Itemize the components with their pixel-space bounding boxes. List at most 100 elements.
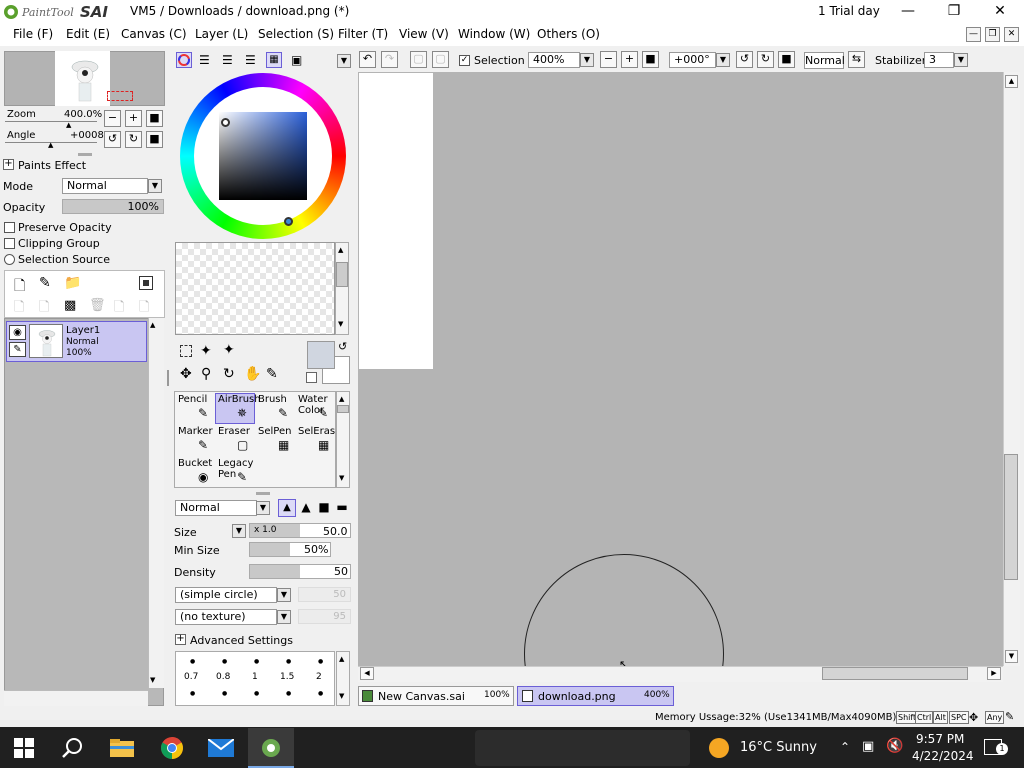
preset-dot[interactable]: ● [286, 658, 291, 665]
network-icon[interactable]: ▣ [862, 739, 874, 754]
brush-shape-soft[interactable]: ■ [315, 499, 333, 517]
scroll-down-icon[interactable]: ▼ [339, 692, 344, 700]
zoom-reset-button[interactable]: ■ [146, 110, 163, 127]
eyedropper-icon[interactable]: ✎ [266, 366, 278, 382]
scroll-left-icon[interactable]: ◀ [360, 667, 374, 680]
toolbar-rotate-left-button[interactable]: ↺ [736, 51, 753, 68]
menu-others[interactable]: Others (O) [537, 27, 600, 41]
clock-date[interactable]: 4/22/2024 [912, 749, 974, 763]
angle-select[interactable]: +000° [669, 52, 716, 68]
angle-value[interactable]: +0008 [70, 130, 104, 141]
chrome-icon[interactable] [160, 736, 184, 760]
any-key-indicator[interactable]: Any [985, 711, 1005, 724]
swatches-tab[interactable]: ▦ [266, 52, 282, 68]
color-list-tab[interactable]: ☰ [245, 53, 256, 67]
hue-picker-cursor[interactable] [284, 217, 293, 226]
tool-seleras[interactable]: SelEras [298, 426, 335, 437]
menu-view[interactable]: View (V) [399, 27, 449, 41]
move-icon[interactable]: ✥ [180, 366, 192, 382]
color-wheel-tab[interactable] [176, 52, 192, 68]
menu-selection[interactable]: Selection (S) [258, 27, 334, 41]
scroll-down-icon[interactable]: ▼ [339, 474, 344, 482]
swatch-scroll-thumb[interactable] [336, 262, 348, 287]
tool-selpen[interactable]: SelPen [258, 426, 291, 437]
zoom-slider-thumb[interactable]: ▲ [66, 121, 71, 129]
mdi-close-button[interactable]: ✕ [1004, 27, 1019, 42]
clipping-group-checkbox[interactable] [4, 238, 15, 249]
rgb-slider-tab[interactable]: ☰ [199, 53, 210, 67]
preset-dot[interactable]: ● [222, 658, 227, 665]
chevron-down-icon[interactable]: ▼ [580, 53, 594, 67]
maximize-button[interactable]: ❐ [931, 0, 977, 23]
menu-window[interactable]: Window (W) [458, 27, 530, 41]
mail-icon[interactable] [207, 738, 235, 757]
toolbar-zoom-in-button[interactable]: + [621, 51, 638, 68]
scroll-down-icon[interactable]: ▼ [1005, 650, 1018, 663]
file-explorer-icon[interactable] [109, 738, 135, 758]
menu-filter[interactable]: Filter (T) [338, 27, 388, 41]
panel-splitter[interactable] [256, 492, 270, 495]
scroll-down-icon[interactable]: ▼ [150, 676, 155, 684]
scroll-up-icon[interactable]: ▲ [339, 655, 344, 663]
selection-source-radio[interactable] [4, 254, 15, 265]
ctrl-key-indicator[interactable]: Ctrl [915, 711, 934, 724]
swap-colors-icon[interactable]: ↺ [338, 340, 347, 353]
preset-dot[interactable]: ● [318, 690, 323, 697]
brush-shape-flat[interactable]: ▬ [333, 499, 351, 517]
tool-marker[interactable]: Marker [178, 426, 213, 437]
layer-list-hscrollbar[interactable] [4, 690, 148, 706]
preset-dot[interactable]: ● [190, 690, 195, 697]
tool-eraser[interactable]: Eraser [218, 426, 250, 437]
menu-file[interactable]: File (F) [13, 27, 53, 41]
flip-view-button[interactable]: ⇆ [848, 51, 865, 68]
volume-muted-icon[interactable]: 🔇 [886, 738, 903, 754]
zoom-out-button[interactable]: − [104, 110, 121, 127]
chevron-down-icon[interactable]: ▼ [716, 53, 730, 67]
clock-time[interactable]: 9:57 PM [916, 732, 964, 746]
preset-dot[interactable]: ● [190, 658, 195, 665]
toolbar-zoom-out-button[interactable]: − [600, 51, 617, 68]
weather-sun-icon[interactable] [709, 738, 729, 758]
canvas-vscroll-thumb[interactable] [1004, 454, 1018, 580]
lasso-icon[interactable]: ✦ [200, 343, 212, 359]
zoom-select[interactable]: 400% [528, 52, 580, 68]
opacity-slider[interactable]: 100% [62, 199, 164, 214]
stabilizer-select[interactable]: 3 [924, 52, 954, 68]
toolbar-rotate-right-button[interactable]: ↻ [757, 51, 774, 68]
rect-select-icon[interactable] [180, 345, 192, 357]
color-picker-cursor[interactable] [221, 118, 230, 127]
chevron-up-icon[interactable]: ⌃ [840, 740, 850, 754]
pen-icon[interactable]: ✎ [1005, 710, 1014, 723]
chevron-down-icon[interactable]: ▼ [277, 610, 291, 624]
scroll-down-icon[interactable]: ▼ [338, 320, 343, 328]
rotate-right-button[interactable]: ↻ [125, 131, 142, 148]
brush-shape-sharp[interactable]: ▲ [278, 499, 296, 517]
preset-size-0[interactable]: 0.7 [184, 672, 198, 682]
zoom-tool-icon[interactable]: ⚲ [201, 366, 211, 382]
brush-icon[interactable]: ✎ [9, 342, 26, 357]
preset-size-1[interactable]: 0.8 [216, 672, 230, 682]
color-wheel[interactable] [180, 73, 346, 239]
tool-brush[interactable]: Brush [258, 394, 287, 405]
tool-scroll-thumb[interactable] [337, 405, 349, 413]
color-swatches[interactable] [175, 242, 335, 335]
expand-advanced-icon[interactable]: + [175, 634, 186, 645]
chevron-down-icon[interactable]: ▼ [256, 501, 270, 515]
minimize-button[interactable]: — [885, 0, 931, 23]
rotate-reset-button[interactable]: ■ [146, 131, 163, 148]
eye-icon[interactable]: ◉ [9, 325, 26, 340]
preset-dot[interactable]: ● [254, 690, 259, 697]
preset-size-4[interactable]: 2 [316, 672, 322, 682]
toolbar-rotate-reset-button[interactable]: ■ [778, 51, 795, 68]
new-linework-layer-icon[interactable]: ✎ [39, 275, 51, 291]
mode-select[interactable]: Normal [62, 178, 148, 194]
primary-color-front[interactable] [307, 341, 335, 369]
expand-paints-effect-icon[interactable]: + [3, 159, 14, 170]
advanced-settings-label[interactable]: Advanced Settings [190, 634, 293, 647]
preset-dot[interactable]: ● [222, 690, 227, 697]
tool-pencil[interactable]: Pencil [178, 394, 207, 405]
new-layer-icon[interactable]: 🗋 [14, 275, 25, 299]
chevron-down-icon[interactable]: ▼ [148, 179, 162, 193]
layer-list[interactable] [4, 318, 164, 706]
scratchpad-tab[interactable]: ▣ [291, 53, 302, 67]
